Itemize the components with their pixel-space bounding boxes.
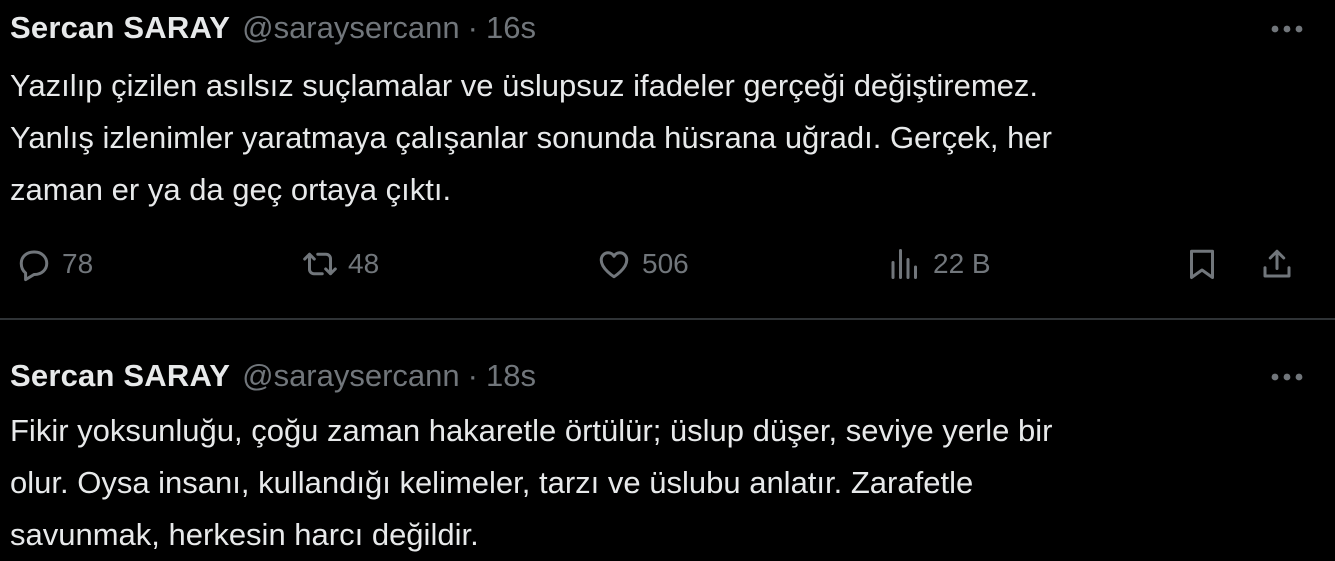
display-name[interactable]: Sercan SARAY [10,358,230,394]
tweet-text-line: Fikir yoksunluğu, çoğu zaman hakaretle ö… [10,413,1053,448]
tweet[interactable]: Sercan SARAY @saraysercann · 18s Fikir y… [0,320,1335,555]
separator-dot: · [467,10,478,45]
more-options-button[interactable] [1267,14,1307,44]
heart-icon [599,251,629,279]
views-button[interactable]: 22 B [887,238,991,290]
tweet-text-line: zaman er ya da geç ortaya çıktı. [10,172,452,207]
tweet-text-line: savunmak, herkesin harcı değildir. [10,517,479,552]
reply-icon [19,250,49,282]
timestamp[interactable]: 18s [486,358,536,394]
tweet-text: Yazılıp çizilen asılsız suçlamalar ve üs… [10,60,1310,216]
tweet-text-line: olur. Oysa insanı, kullandığı kelimeler,… [10,465,974,500]
share-button[interactable] [1259,238,1295,290]
display-name[interactable]: Sercan SARAY [10,10,230,46]
tweet-text-line: Yanlış izlenimler yaratmaya çalışanlar s… [10,120,1052,155]
more-options-button[interactable] [1267,362,1307,392]
reply-count: 78 [62,248,94,279]
bookmark-button[interactable] [1184,238,1220,290]
tweet-header: Sercan SARAY @saraysercann · 16s [10,8,1295,48]
separator-dot: · [467,358,478,393]
more-icon [1271,373,1303,381]
retweet-count: 48 [348,248,380,279]
like-button[interactable]: 506 [596,238,689,290]
tweet-text: Fikir yoksunluğu, çoğu zaman hakaretle ö… [10,405,1310,561]
share-icon [1263,249,1291,278]
views-icon [891,249,917,279]
views-count: 22 B [933,248,991,279]
like-count: 506 [642,248,689,279]
tweet-header: Sercan SARAY @saraysercann · 18s [10,356,1295,396]
reply-button[interactable]: 78 [16,238,93,290]
timestamp[interactable]: 16s [486,10,536,46]
bookmark-icon [1190,249,1214,279]
tweet-text-line: Yazılıp çizilen asılsız suçlamalar ve üs… [10,68,1039,103]
retweet-icon [303,252,337,276]
retweet-button[interactable]: 48 [302,238,379,290]
user-handle[interactable]: @saraysercann [242,358,460,394]
user-handle[interactable]: @saraysercann [242,10,460,46]
more-icon [1271,25,1303,33]
tweet-actions: 78 48 506 22 B [0,238,1335,290]
tweet[interactable]: Sercan SARAY @saraysercann · 16s Yazılıp… [0,0,1335,318]
